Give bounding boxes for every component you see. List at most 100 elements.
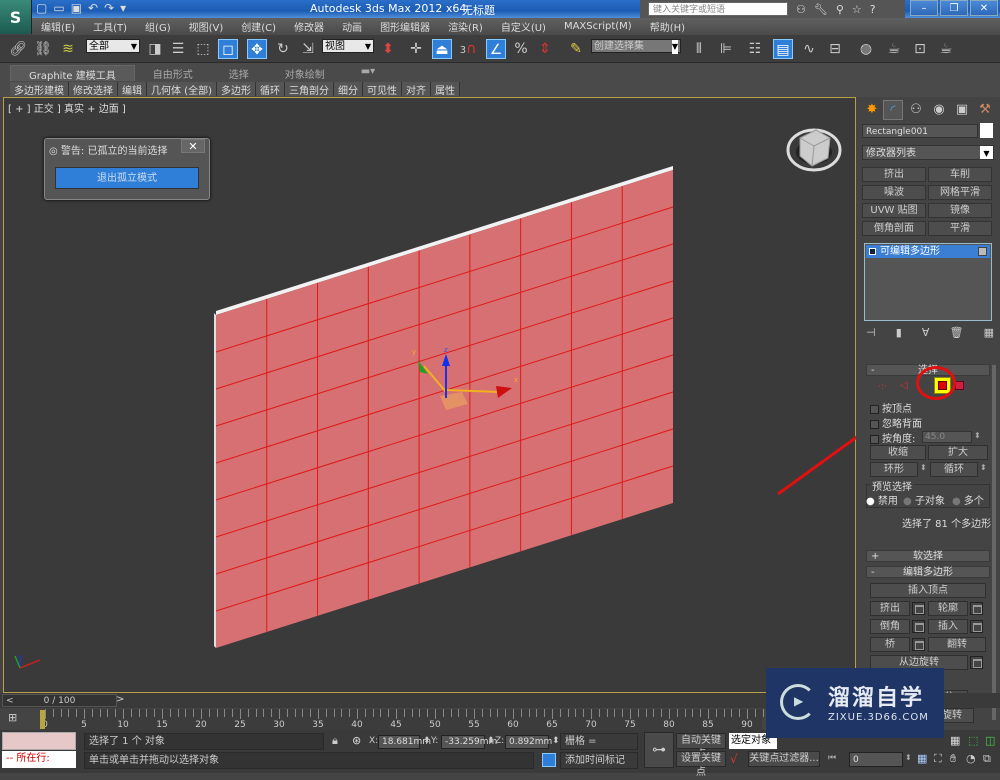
add-time-tag[interactable]: 添加时间标记 bbox=[560, 752, 638, 769]
hinge-settings-icon[interactable] bbox=[970, 656, 983, 669]
modifier-mirror-button[interactable]: 镜像 bbox=[928, 203, 992, 218]
remove-modifier-icon[interactable]: 🗑︎ bbox=[950, 326, 964, 340]
z-coordinate-field[interactable]: 0.892mm bbox=[505, 735, 552, 749]
key-filters-button[interactable]: 关键点过滤器... bbox=[748, 751, 820, 767]
zoom-extents-selected-icon[interactable]: ⬚ bbox=[968, 734, 978, 747]
command-panel-scrollbar[interactable] bbox=[992, 365, 996, 720]
motion-tab-icon[interactable]: ◉ bbox=[929, 100, 949, 120]
bevel-button[interactable]: 倒角 bbox=[870, 619, 910, 634]
zoom-extents-all-icon[interactable]: ◫ bbox=[985, 734, 995, 747]
modifier-bevel-profile-button[interactable]: 倒角剖面 bbox=[862, 221, 926, 236]
maximize-viewport-icon[interactable]: ⧉ bbox=[983, 752, 991, 766]
dialog-close-button[interactable]: ✕ bbox=[181, 139, 205, 153]
modifier-noise-button[interactable]: 噪波 bbox=[862, 185, 926, 200]
bevel-settings-icon[interactable] bbox=[912, 620, 925, 633]
by-angle-checkbox[interactable]: 按角度: bbox=[870, 430, 915, 445]
track-bar-tick bbox=[520, 709, 522, 717]
grow-button[interactable]: 扩大 bbox=[928, 445, 988, 460]
zoom-all-icon[interactable]: ▦ bbox=[950, 734, 960, 747]
modifier-extrude-button[interactable]: 挤出 bbox=[862, 167, 926, 182]
inset-button[interactable]: 插入 bbox=[928, 619, 968, 634]
extrude-button[interactable]: 挤出 bbox=[870, 601, 910, 616]
loop-spinner[interactable]: ⬍ bbox=[980, 463, 987, 472]
stack-item-toggle-icon[interactable] bbox=[978, 247, 987, 256]
ring-spinner[interactable]: ⬍ bbox=[920, 463, 927, 472]
outline-settings-icon[interactable] bbox=[970, 602, 983, 615]
go-to-start-icon[interactable]: ⏮ bbox=[828, 753, 836, 763]
current-frame-marker[interactable] bbox=[40, 710, 45, 729]
expand-icon[interactable] bbox=[869, 248, 876, 255]
absolute-mode-icon[interactable]: ⊛ bbox=[352, 734, 361, 747]
y-spinner[interactable]: ⬍ bbox=[487, 736, 495, 746]
modify-tab-icon[interactable]: ◜ bbox=[883, 100, 903, 120]
time-config-icon[interactable]: ▦ bbox=[917, 752, 927, 765]
track-bar[interactable]: 0 5 10 15 20 25 30 35 40 45 50 55 60 65 70 75 80 85 90 bbox=[42, 709, 787, 730]
set-key-mode-button[interactable]: 设置关键点 bbox=[676, 751, 726, 778]
editable-poly-mesh[interactable] bbox=[214, 166, 674, 648]
viewcube[interactable] bbox=[786, 128, 842, 172]
hierarchy-tab-icon[interactable]: ⚇ bbox=[906, 100, 926, 120]
angle-value-input[interactable]: 45.0 bbox=[922, 431, 972, 443]
x-coordinate-field[interactable]: 18.681mm bbox=[378, 735, 431, 749]
checkbox-box[interactable] bbox=[870, 434, 879, 444]
zoom-extents-icon[interactable]: ⛶ bbox=[934, 752, 942, 766]
preview-subobject-radio[interactable]: ● 子对象 bbox=[903, 492, 945, 507]
pan-hand-icon[interactable]: ✋︎ bbox=[950, 752, 956, 766]
vertex-subobject-icon[interactable]: ·:· bbox=[878, 382, 887, 392]
extrude-settings-icon[interactable] bbox=[912, 602, 925, 615]
y-coordinate-field[interactable]: -33.259mm bbox=[441, 735, 497, 749]
current-frame-field[interactable]: 0 bbox=[849, 752, 903, 767]
maxscript-listener-input[interactable] bbox=[2, 732, 76, 750]
soft-selection-rollout-header[interactable]: + 软选择 bbox=[866, 550, 990, 562]
prev-frame-icon[interactable]: < bbox=[6, 695, 14, 707]
angle-spinner[interactable]: ⬍ bbox=[974, 431, 981, 440]
orbit-icon[interactable]: ◔ bbox=[966, 752, 976, 765]
by-vertex-checkbox[interactable]: 按顶点 bbox=[870, 400, 912, 415]
object-color-swatch[interactable] bbox=[980, 123, 993, 138]
x-spinner[interactable]: ⬍ bbox=[423, 736, 431, 746]
maxscript-listener-output[interactable]: -- 所在行: bbox=[2, 751, 76, 768]
preview-off-radio[interactable]: ● 禁用 bbox=[866, 492, 898, 507]
pin-stack-icon[interactable]: ⊣ bbox=[866, 326, 876, 340]
modifier-meshsmooth-button[interactable]: 网格平滑 bbox=[928, 185, 992, 200]
auto-key-button[interactable]: 自动关键点 bbox=[676, 733, 726, 760]
configure-modifier-sets-icon[interactable]: ▦ bbox=[984, 326, 994, 340]
exit-isolation-button[interactable]: 退出孤立模式 bbox=[55, 167, 199, 189]
modifier-list-dropdown[interactable]: 修改器列表 ▼ bbox=[862, 145, 994, 160]
loop-button[interactable]: 循环 bbox=[930, 462, 978, 477]
ignore-backfacing-checkbox[interactable]: 忽略背面 bbox=[870, 415, 922, 430]
create-tab-icon[interactable]: ✸ bbox=[862, 100, 882, 120]
display-tab-icon[interactable]: ▣ bbox=[952, 100, 972, 120]
set-key-icon[interactable]: ⊶ bbox=[644, 732, 674, 768]
next-frame-icon[interactable]: > bbox=[116, 694, 124, 705]
object-name-field[interactable]: Rectangle001 bbox=[862, 124, 978, 138]
time-tag-icon[interactable] bbox=[542, 753, 556, 767]
z-spinner[interactable]: ⬍ bbox=[552, 736, 560, 746]
outline-button[interactable]: 轮廓 bbox=[928, 601, 968, 616]
edit-polygons-rollout-header[interactable]: - 编辑多边形 bbox=[866, 566, 990, 578]
bridge-button[interactable]: 桥 bbox=[870, 637, 910, 652]
modifier-lathe-button[interactable]: 车削 bbox=[928, 167, 992, 182]
key-tangent-icon[interactable]: √ bbox=[730, 752, 738, 766]
mini-curve-editor-icon[interactable]: ⊞ bbox=[8, 711, 17, 724]
shrink-button[interactable]: 收缩 bbox=[870, 445, 926, 460]
flip-button[interactable]: 翻转 bbox=[928, 637, 986, 652]
element-subobject-icon[interactable] bbox=[955, 381, 964, 390]
bridge-settings-icon[interactable] bbox=[912, 638, 925, 651]
modifier-uvw-map-button[interactable]: UVW 贴图 bbox=[862, 203, 926, 218]
show-end-result-icon[interactable]: ▮ bbox=[896, 326, 902, 340]
time-slider[interactable]: <0 / 100 bbox=[2, 694, 117, 707]
frame-spinner[interactable]: ⬍ bbox=[905, 753, 912, 762]
selection-lock-icon[interactable]: 🔒︎ bbox=[332, 734, 338, 748]
stack-item-editable-poly[interactable]: 可编辑多边形 bbox=[866, 245, 990, 258]
ring-button[interactable]: 环形 bbox=[870, 462, 918, 477]
insert-vertex-button[interactable]: 插入顶点 bbox=[870, 583, 986, 598]
preview-multi-radio[interactable]: ● 多个 bbox=[952, 492, 984, 507]
make-unique-icon[interactable]: ∀ bbox=[922, 326, 930, 340]
inset-settings-icon[interactable] bbox=[970, 620, 983, 633]
checkbox-box[interactable] bbox=[870, 419, 879, 429]
modifier-smooth-button[interactable]: 平滑 bbox=[928, 221, 992, 236]
utilities-tab-icon[interactable]: ⚒ bbox=[975, 100, 995, 120]
checkbox-box[interactable] bbox=[870, 404, 879, 414]
edge-subobject-icon[interactable]: ◁ bbox=[900, 380, 908, 391]
